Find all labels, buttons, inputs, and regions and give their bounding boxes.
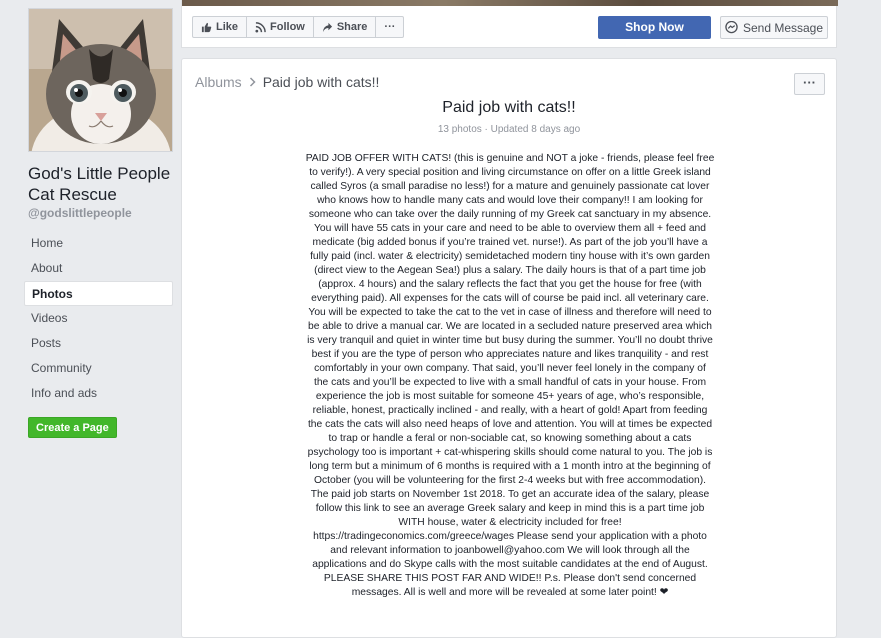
thumbs-up-icon — [201, 22, 212, 33]
messenger-icon — [725, 21, 738, 34]
page-action-bar: Like Follow Share ··· Shop Now Send Mess… — [181, 0, 838, 48]
nav-item-community[interactable]: Community — [24, 356, 173, 381]
breadcrumb-current: Paid job with cats!! — [262, 74, 380, 90]
chevron-right-icon — [249, 77, 256, 87]
create-page-button[interactable]: Create a Page — [28, 417, 117, 438]
album-card: Albums Paid job with cats!! ··· Paid job… — [181, 58, 837, 638]
album-title: Paid job with cats!! — [442, 99, 576, 116]
nav-item-home[interactable]: Home — [24, 231, 173, 256]
cover-photo-edge — [182, 0, 838, 6]
share-arrow-icon — [322, 22, 333, 33]
profile-picture[interactable] — [28, 8, 173, 152]
nav-item-posts[interactable]: Posts — [24, 331, 173, 356]
album-description: PAID JOB OFFER WITH CATS! (this is genui… — [305, 153, 715, 598]
page-actions-group: Like Follow Share ··· — [192, 16, 405, 38]
send-message-label: Send Message — [742, 20, 824, 35]
page-name[interactable]: God's Little People Cat Rescue — [28, 163, 178, 205]
album-options-button[interactable]: ··· — [794, 73, 825, 95]
like-button[interactable]: Like — [193, 17, 248, 37]
album-meta: 13 photos · Updated 8 days ago — [437, 124, 581, 135]
rss-icon — [255, 21, 266, 33]
share-label: Share — [336, 21, 368, 33]
nav-item-videos[interactable]: Videos — [24, 306, 173, 331]
shop-now-button[interactable]: Shop Now — [598, 16, 711, 39]
page-handle[interactable]: @godslittlepeople — [28, 206, 132, 220]
nav-item-info-and-ads[interactable]: Info and ads — [24, 381, 173, 406]
breadcrumb-albums-link[interactable]: Albums — [195, 74, 242, 90]
send-message-button[interactable]: Send Message — [720, 16, 828, 39]
nav-item-photos[interactable]: Photos — [24, 281, 173, 306]
more-actions-button[interactable]: ··· — [376, 17, 403, 37]
more-dots-icon: ··· — [384, 21, 396, 33]
breadcrumb: Albums Paid job with cats!! — [195, 74, 379, 90]
like-label: Like — [216, 21, 239, 33]
follow-label: Follow — [270, 21, 305, 33]
nav-item-about[interactable]: About — [24, 256, 173, 281]
share-button[interactable]: Share — [314, 17, 377, 37]
page-nav: Home About Photos Videos Posts Community… — [24, 231, 173, 406]
follow-button[interactable]: Follow — [247, 17, 314, 37]
